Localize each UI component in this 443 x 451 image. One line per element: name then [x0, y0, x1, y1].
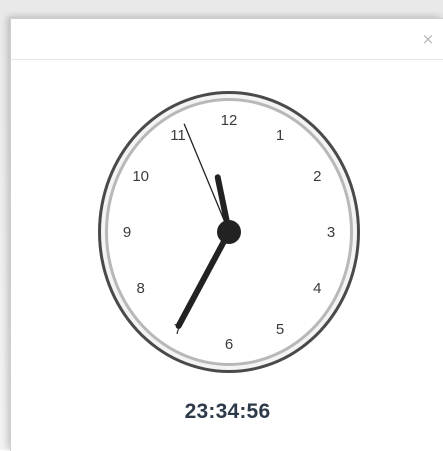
- dialog-header: ×: [11, 19, 443, 60]
- clock-numeral-8: 8: [137, 280, 145, 297]
- clock-center-pin: [217, 220, 241, 244]
- clock-numeral-6: 6: [225, 336, 233, 353]
- clock-numeral-4: 4: [313, 280, 321, 297]
- dialog-backdrop: × 12 1 2 3 4 5 6 7 8 9 10 11 23:34:56: [0, 0, 443, 451]
- digital-time: 23:34:56: [184, 400, 271, 423]
- clock-numeral-10: 10: [132, 168, 149, 185]
- clock-numeral-11: 11: [170, 127, 186, 144]
- clock-numeral-5: 5: [276, 321, 284, 338]
- clock-numeral-12: 12: [221, 112, 238, 129]
- clock-numeral-3: 3: [327, 224, 335, 241]
- clock-numeral-2: 2: [313, 168, 321, 185]
- analog-clock: 12 1 2 3 4 5 6 7 8 9 10 11: [89, 87, 369, 377]
- clock-dialog: × 12 1 2 3 4 5 6 7 8 9 10 11 23:34:56: [10, 18, 443, 451]
- close-button[interactable]: ×: [420, 31, 436, 47]
- clock-numeral-1: 1: [276, 127, 284, 144]
- clock-face: 121234567891011: [98, 91, 360, 373]
- clock-numeral-9: 9: [123, 224, 131, 241]
